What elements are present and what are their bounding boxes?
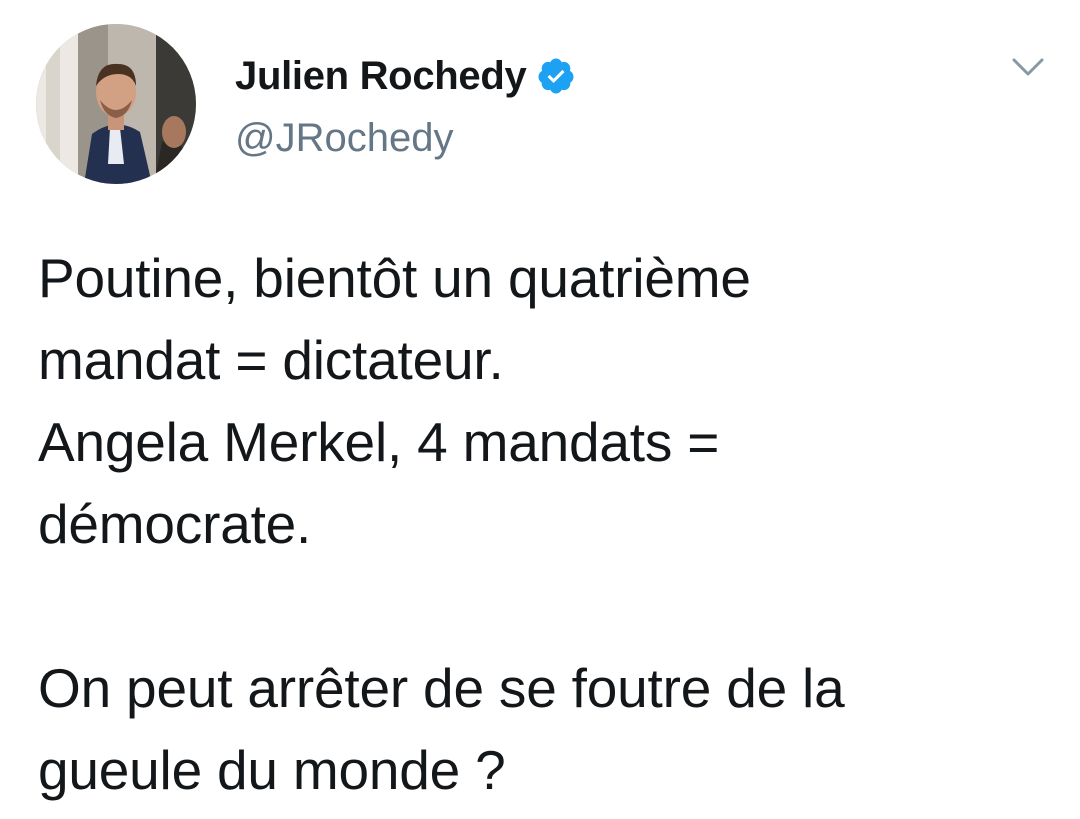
chevron-down-icon[interactable] [1006, 50, 1050, 86]
author-handle[interactable]: @JRochedy [235, 116, 453, 161]
verified-badge-icon [538, 58, 574, 94]
tweet-paragraph-2: On peut arrêter de se foutre de la gueul… [38, 657, 845, 801]
avatar-photo [36, 24, 196, 184]
avatar[interactable] [36, 24, 196, 184]
tweet-text: Poutine, bientôt un quatrième mandat = d… [38, 237, 1048, 811]
tweet-card: Julien Rochedy @JRochedy Poutine, bientô… [0, 0, 1080, 819]
display-name[interactable]: Julien Rochedy [235, 54, 527, 99]
tweet-paragraph-1: Poutine, bientôt un quatrième mandat = d… [38, 247, 751, 555]
author-name-row[interactable]: Julien Rochedy [235, 52, 576, 100]
